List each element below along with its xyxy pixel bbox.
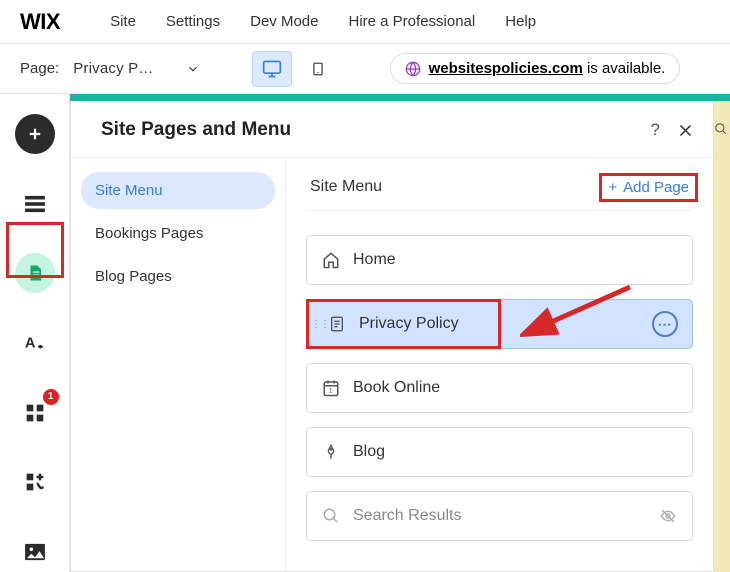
page-label: Book Online [353,379,440,397]
panel-nav: Site Menu Bookings Pages Blog Pages [71,158,286,571]
mobile-view-button[interactable] [298,51,338,87]
pages-button[interactable] [15,253,55,293]
top-bar: WIX Site Settings Dev Mode Hire a Profes… [0,0,730,44]
menu-help[interactable]: Help [505,13,536,30]
search-icon[interactable] [714,122,728,136]
plus-icon: + [608,179,617,196]
apps-button[interactable]: 1 [15,393,55,433]
page-row-book[interactable]: 1 Book Online [306,363,693,413]
page-row-privacy[interactable]: ⋮⋮ Privacy Policy ⋯ [306,299,693,349]
nav-site-menu[interactable]: Site Menu [81,172,275,209]
nav-bookings[interactable]: Bookings Pages [81,215,275,252]
drag-handle-icon[interactable]: ⋮⋮ [311,319,329,330]
desktop-view-button[interactable] [252,51,292,87]
top-menu: Site Settings Dev Mode Hire a Profession… [110,13,536,30]
help-icon[interactable]: ? [651,120,660,140]
main-title: Site Menu [310,178,382,196]
add-button[interactable] [15,114,55,154]
page-label: Page: [20,60,59,77]
pen-icon [321,442,341,462]
sections-button[interactable] [15,184,55,224]
svg-text:A: A [24,336,35,352]
wix-logo: WIX [20,9,60,35]
menu-settings[interactable]: Settings [166,13,220,30]
globe-icon [405,61,421,77]
current-page-name[interactable]: Privacy P… [73,60,153,77]
close-icon[interactable] [678,123,693,138]
nav-blog[interactable]: Blog Pages [81,258,275,295]
add-apps-button[interactable] [15,463,55,503]
menu-site[interactable]: Site [110,13,136,30]
svg-text:1: 1 [329,388,333,395]
page-label: Home [353,251,396,269]
page-bar: Page: Privacy P… websitespolicies.com is… [0,44,730,94]
page-icon [327,315,347,333]
domain-suffix: is available. [583,60,666,77]
page-row-search[interactable]: Search Results [306,491,693,541]
design-button[interactable]: A [15,323,55,363]
left-rail: A 1 [0,94,70,572]
page-row-blog[interactable]: Blog [306,427,693,477]
menu-hire[interactable]: Hire a Professional [349,13,476,30]
add-page-label: Add Page [623,179,689,196]
page-list: Home ⋮⋮ Privacy Policy ⋯ [306,211,693,541]
apps-badge: 1 [43,389,59,405]
domain-available-pill[interactable]: websitespolicies.com is available. [390,53,681,84]
domain-name: websitespolicies.com [429,60,583,77]
media-button[interactable] [15,532,55,572]
menu-dev-mode[interactable]: Dev Mode [250,13,318,30]
panel-title: Site Pages and Menu [101,119,291,141]
home-icon [321,251,341,269]
add-page-button[interactable]: + Add Page [608,179,689,196]
hidden-icon[interactable] [658,508,678,524]
page-label: Blog [353,443,385,461]
search-icon [321,507,341,525]
calendar-icon: 1 [321,379,341,397]
chevron-down-icon[interactable] [186,62,200,76]
more-options-button[interactable]: ⋯ [652,311,678,337]
page-row-home[interactable]: Home [306,235,693,285]
pages-panel: Site Pages and Menu ? Site Menu Bookings… [70,101,714,572]
page-label: Privacy Policy [359,315,459,333]
page-label: Search Results [353,507,462,525]
teal-strip [70,94,730,101]
